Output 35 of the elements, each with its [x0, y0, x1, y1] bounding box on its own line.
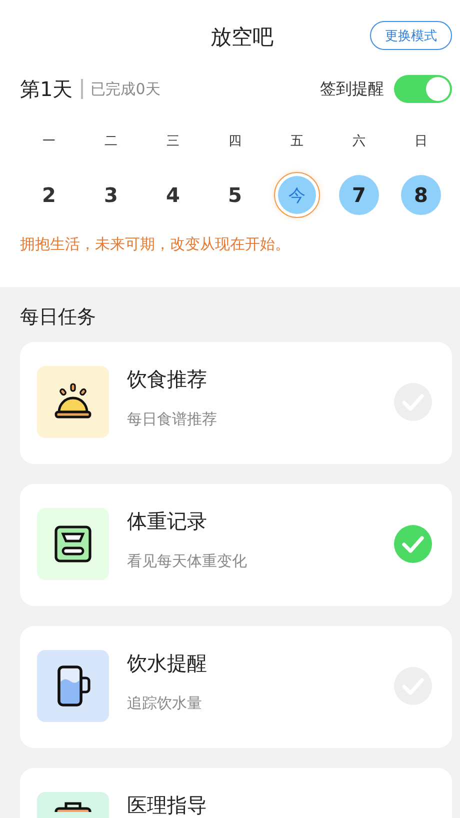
task-card[interactable]: 饮食推荐 每日食谱推荐 — [20, 342, 452, 464]
task-card[interactable]: 体重记录 看见每天体重变化 — [20, 484, 452, 606]
task-card[interactable]: 医理指导 — [20, 768, 452, 818]
calendar-date[interactable]: 5 — [215, 183, 255, 207]
change-mode-button[interactable]: 更换模式 — [370, 21, 452, 50]
calendar-date[interactable]: 2 — [29, 183, 69, 207]
task-subtitle: 每日食谱推荐 — [127, 410, 218, 429]
weekday-label: 一 — [42, 133, 56, 150]
weekday-label: 三 — [166, 133, 180, 150]
page-title: 放空吧 — [210, 24, 274, 51]
weekday-label: 日 — [414, 133, 428, 150]
calendar-date[interactable]: 8 — [401, 175, 441, 215]
check-icon[interactable] — [394, 525, 432, 563]
weekday-label: 四 — [228, 133, 242, 150]
weekday-label: 二 — [104, 133, 118, 150]
calendar-date[interactable]: 7 — [339, 175, 379, 215]
task-title: 饮食推荐 — [127, 368, 208, 390]
task-subtitle: 看见每天体重变化 — [127, 552, 248, 571]
scale-icon — [53, 524, 93, 564]
briefcase-icon — [53, 802, 93, 812]
reminder-label: 签到提醒 — [320, 78, 384, 100]
motto-text: 拥抱生活，未来可期，改变从现在开始。 — [20, 235, 291, 254]
task-title: 饮水提醒 — [127, 652, 208, 674]
completed-days: 已完成0天 — [90, 80, 160, 98]
task-card[interactable]: 饮水提醒 追踪饮水量 — [20, 626, 452, 748]
reminder-toggle[interactable] — [394, 75, 452, 103]
task-title: 体重记录 — [127, 510, 208, 532]
day-count: 第1天 — [20, 76, 73, 102]
section-title: 每日任务 — [20, 305, 97, 330]
weekday-label: 五 — [290, 133, 304, 150]
task-subtitle: 追踪饮水量 — [127, 694, 203, 713]
task-title: 医理指导 — [127, 794, 208, 816]
calendar-date[interactable]: 3 — [91, 183, 131, 207]
weekday-label: 六 — [352, 133, 366, 150]
calendar-date[interactable]: 4 — [153, 183, 193, 207]
